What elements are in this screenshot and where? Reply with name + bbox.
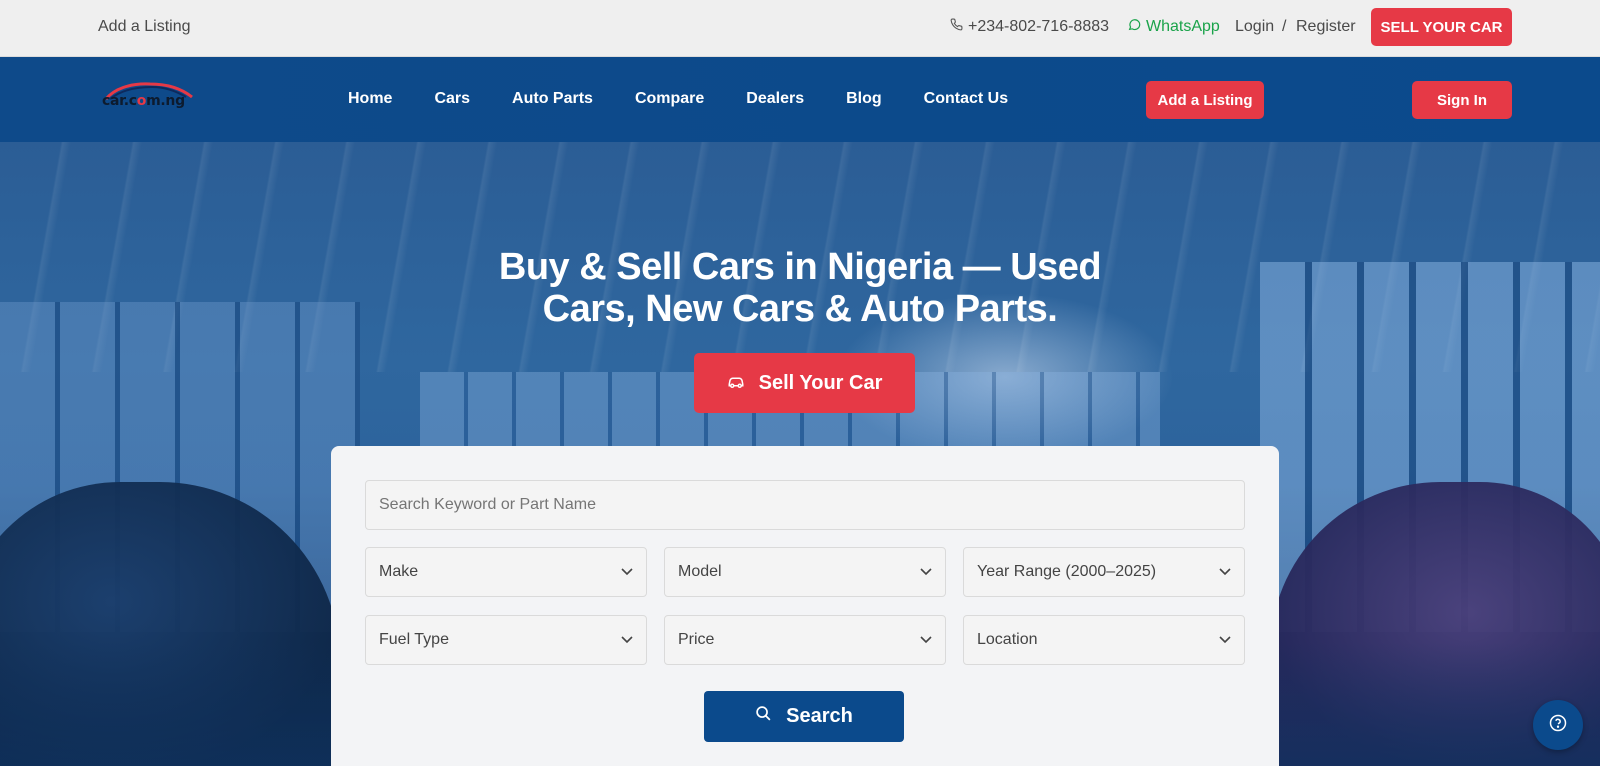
nav-auto-parts[interactable]: Auto Parts — [512, 90, 593, 108]
keyword-search-input[interactable] — [365, 480, 1245, 530]
help-button[interactable] — [1533, 700, 1583, 750]
chevron-down-icon — [920, 631, 932, 649]
top-sell-your-car-button[interactable]: SELL YOUR CAR — [1371, 8, 1512, 46]
hero-sell-your-car-button[interactable]: Sell Your Car — [694, 353, 915, 413]
top-utility-bar: Add a Listing +234-802-716-8883 WhatsApp… — [0, 0, 1600, 57]
model-select[interactable]: Model — [664, 547, 946, 597]
year-range-select[interactable]: Year Range (2000–2025) — [963, 547, 1245, 597]
help-icon — [1549, 714, 1567, 737]
search-button[interactable]: Search — [704, 691, 904, 742]
sign-in-button[interactable]: Sign In — [1412, 81, 1512, 119]
whatsapp-label: WhatsApp — [1146, 18, 1220, 35]
site-logo[interactable]: car.com.ng — [102, 79, 197, 117]
top-add-listing-link[interactable]: Add a Listing — [98, 18, 191, 36]
search-icon — [755, 705, 772, 728]
chevron-down-icon — [621, 631, 633, 649]
nav-dealers[interactable]: Dealers — [746, 90, 804, 108]
nav-add-listing-button[interactable]: Add a Listing — [1146, 81, 1264, 119]
model-select-value: Model — [678, 563, 722, 580]
whatsapp-icon — [1128, 18, 1141, 36]
nav-compare[interactable]: Compare — [635, 90, 704, 108]
price-select-value: Price — [678, 631, 715, 648]
chevron-down-icon — [621, 563, 633, 581]
chevron-down-icon — [1219, 563, 1231, 581]
make-select[interactable]: Make — [365, 547, 647, 597]
chevron-down-icon — [1219, 631, 1231, 649]
make-select-value: Make — [379, 563, 419, 580]
location-select-value: Location — [977, 631, 1038, 648]
car-icon — [727, 372, 745, 395]
phone-link[interactable]: +234-802-716-8883 — [950, 18, 1109, 36]
login-register-separator: / — [1282, 18, 1287, 35]
location-select[interactable]: Location — [963, 615, 1245, 665]
main-navbar: car.com.ng Home Cars Auto Parts Compare … — [0, 57, 1600, 142]
fuel-type-select[interactable]: Fuel Type — [365, 615, 647, 665]
fuel-type-select-value: Fuel Type — [379, 631, 449, 648]
year-range-select-value: Year Range (2000–2025) — [977, 563, 1157, 580]
nav-links: Home Cars Auto Parts Compare Dealers Blo… — [348, 90, 1050, 108]
phone-icon — [950, 18, 963, 36]
login-link[interactable]: Login — [1235, 18, 1274, 36]
chevron-down-icon — [920, 563, 932, 581]
search-button-label: Search — [786, 705, 853, 727]
register-link[interactable]: Register — [1296, 18, 1356, 36]
nav-contact-us[interactable]: Contact Us — [924, 90, 1008, 108]
logo-text: car.com.ng — [102, 93, 185, 109]
hero-sell-label: Sell Your Car — [758, 371, 883, 394]
phone-number: +234-802-716-8883 — [968, 18, 1110, 35]
hero-title: Buy & Sell Cars in Nigeria — Used Cars, N… — [498, 246, 1102, 330]
nav-home[interactable]: Home — [348, 90, 392, 108]
hero-section: Buy & Sell Cars in Nigeria — Used Cars, N… — [0, 142, 1600, 766]
whatsapp-link[interactable]: WhatsApp — [1128, 18, 1220, 36]
nav-cars[interactable]: Cars — [434, 90, 470, 108]
price-select[interactable]: Price — [664, 615, 946, 665]
nav-blog[interactable]: Blog — [846, 90, 882, 108]
